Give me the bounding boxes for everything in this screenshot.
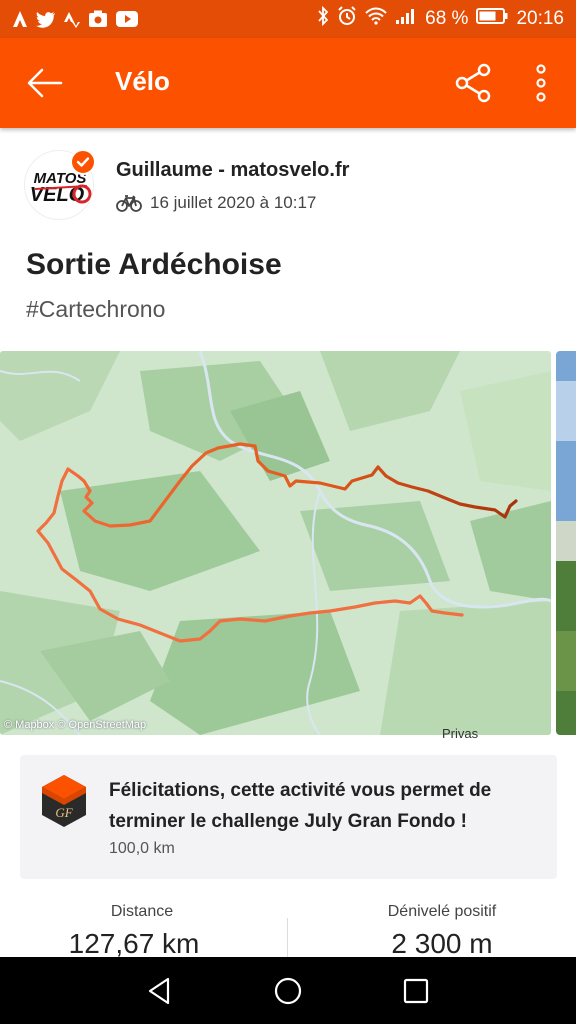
page-title: Vélo [115,66,170,96]
share-icon [455,63,491,103]
activity-meta: 16 juillet 2020 à 10:17 [116,193,316,213]
stats-divider [287,918,288,958]
photo-icon [88,10,108,28]
achievement-distance: 100,0 km [109,840,175,857]
wifi-icon [365,7,387,31]
activity-photo-thumbnail[interactable] [556,351,576,735]
clock: 20:16 [516,8,564,29]
athlete-name[interactable]: Guillaume - matosvelo.fr [116,159,349,182]
strava-icon [12,10,28,28]
activity-date: 16 juillet 2020 à 10:17 [150,193,317,212]
youtube-icon [116,11,138,27]
achievement-card[interactable]: GF Félicitations, cette activité vous pe… [20,755,557,879]
bluetooth-icon [317,5,329,32]
alarm-icon [337,6,357,32]
activity-title: Sortie Ardéchoise [26,248,282,281]
nav-home-button[interactable] [272,975,304,1007]
elevation-value: 2 300 m [391,928,493,959]
more-options-button[interactable] [527,62,555,104]
bike-icon [116,195,142,212]
nav-recents-button[interactable] [400,975,432,1007]
back-arrow-icon [27,68,63,98]
strava-icon [64,10,80,28]
distance-value: 127,67 km [68,928,200,959]
nav-home-icon [274,977,302,1005]
more-vert-icon [536,64,546,102]
nav-back-icon [148,977,170,1005]
elevation-label: Dénivelé positif [387,903,497,920]
map-terrain [0,351,551,735]
photo-preview [556,351,576,735]
back-button[interactable] [22,64,68,102]
signal-icon [395,7,417,31]
distance-label: Distance [110,903,174,920]
notification-icons [12,8,138,30]
nav-recents-icon [403,978,429,1004]
activity-description: #Cartechrono [26,296,166,322]
nav-back-button[interactable] [144,975,176,1007]
app-bar: Vélo [0,38,576,128]
achievement-text: Félicitations, cette activité vous perme… [109,780,492,832]
share-button[interactable] [452,62,494,104]
battery-icon [476,7,508,31]
system-navigation-bar [0,957,576,1024]
challenge-badge-icon: GF [40,773,88,829]
system-status: 68 % 20:16 [317,5,564,32]
map-attribution: © Mapbox © OpenStreetMap [4,719,147,731]
map-place-label: Privas [442,726,479,741]
battery-percent: 68 % [425,8,469,29]
twitter-icon [36,11,56,28]
route-map[interactable] [0,351,551,735]
verified-badge-icon [70,149,96,175]
svg-text:GF: GF [55,805,73,820]
status-bar: 68 % 20:16 [0,0,576,38]
